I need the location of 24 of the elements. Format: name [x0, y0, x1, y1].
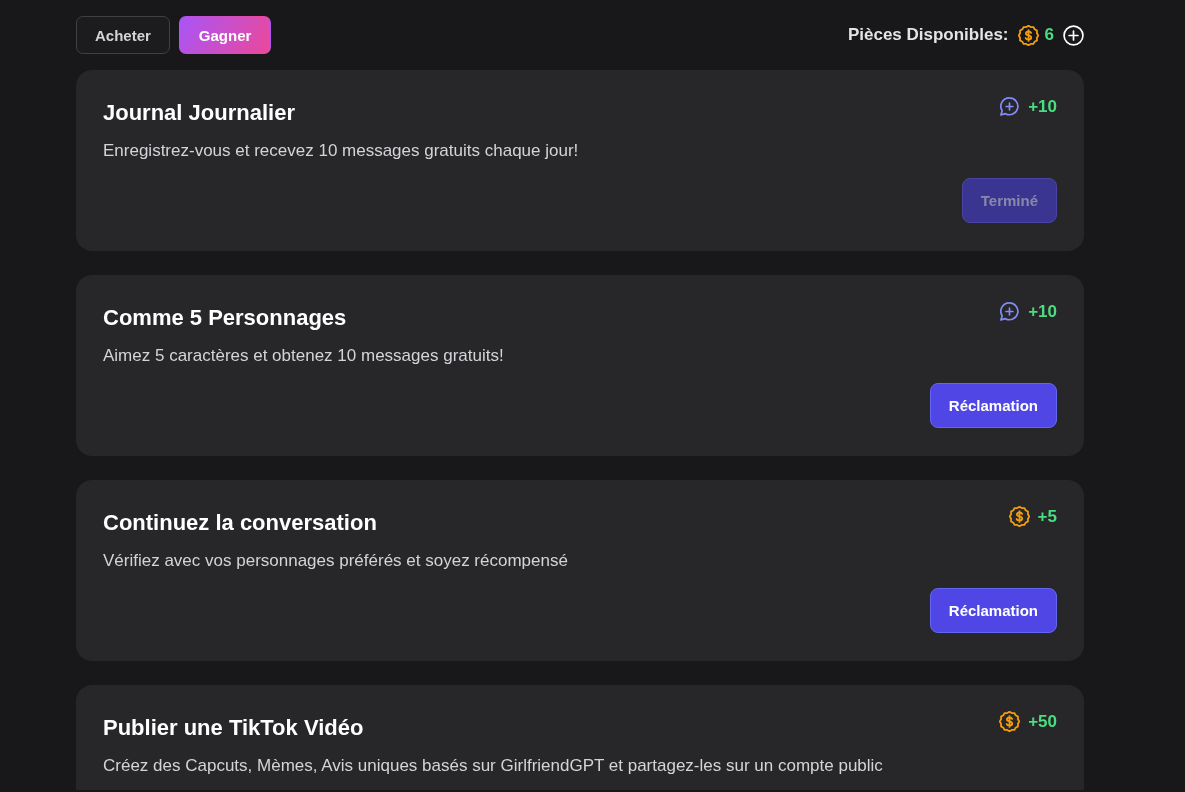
- chat-plus-icon: [999, 301, 1021, 322]
- task-title: Continuez la conversation: [103, 510, 377, 536]
- task-description: Créez des Capcuts, Mèmes, Avis uniques basés sur GirlfriendGPT et partagez-les sur un compte public: [103, 755, 884, 777]
- task-title: Publier une TikTok Vidéo: [103, 715, 364, 741]
- coins-amount: 6: [1044, 25, 1054, 45]
- reward-amount: +50: [1028, 711, 1057, 732]
- reward-amount: +10: [1028, 301, 1057, 322]
- claim-button[interactable]: Réclamation: [929, 588, 1057, 633]
- task-title: Comme 5 Personnages: [103, 305, 347, 331]
- coin-icon: [999, 711, 1021, 732]
- task-description: Enregistrez-vous et recevez 10 messages gratuits chaque jour!: [103, 140, 580, 162]
- claim-button[interactable]: Réclamation: [929, 383, 1057, 428]
- reward-amount: +10: [1028, 96, 1057, 117]
- task-description: Vérifiez avec vos personnages préférés et soyez récompensé: [103, 550, 569, 572]
- coins-label: Pièces Disponibles:: [847, 25, 1009, 45]
- task-description: Aimez 5 caractères et obtenez 10 messages gratuits!: [103, 345, 505, 367]
- task-title: Journal Journalier: [103, 100, 295, 126]
- tab[interactable]: Acheter: [76, 16, 170, 54]
- add-circle-icon[interactable]: [1063, 24, 1084, 46]
- coin-icon: [1008, 506, 1030, 527]
- chat-plus-icon: [999, 96, 1021, 117]
- tab[interactable]: Gagner: [178, 16, 272, 54]
- reward-amount: +5: [1037, 506, 1057, 527]
- coin-icon: [1017, 24, 1039, 46]
